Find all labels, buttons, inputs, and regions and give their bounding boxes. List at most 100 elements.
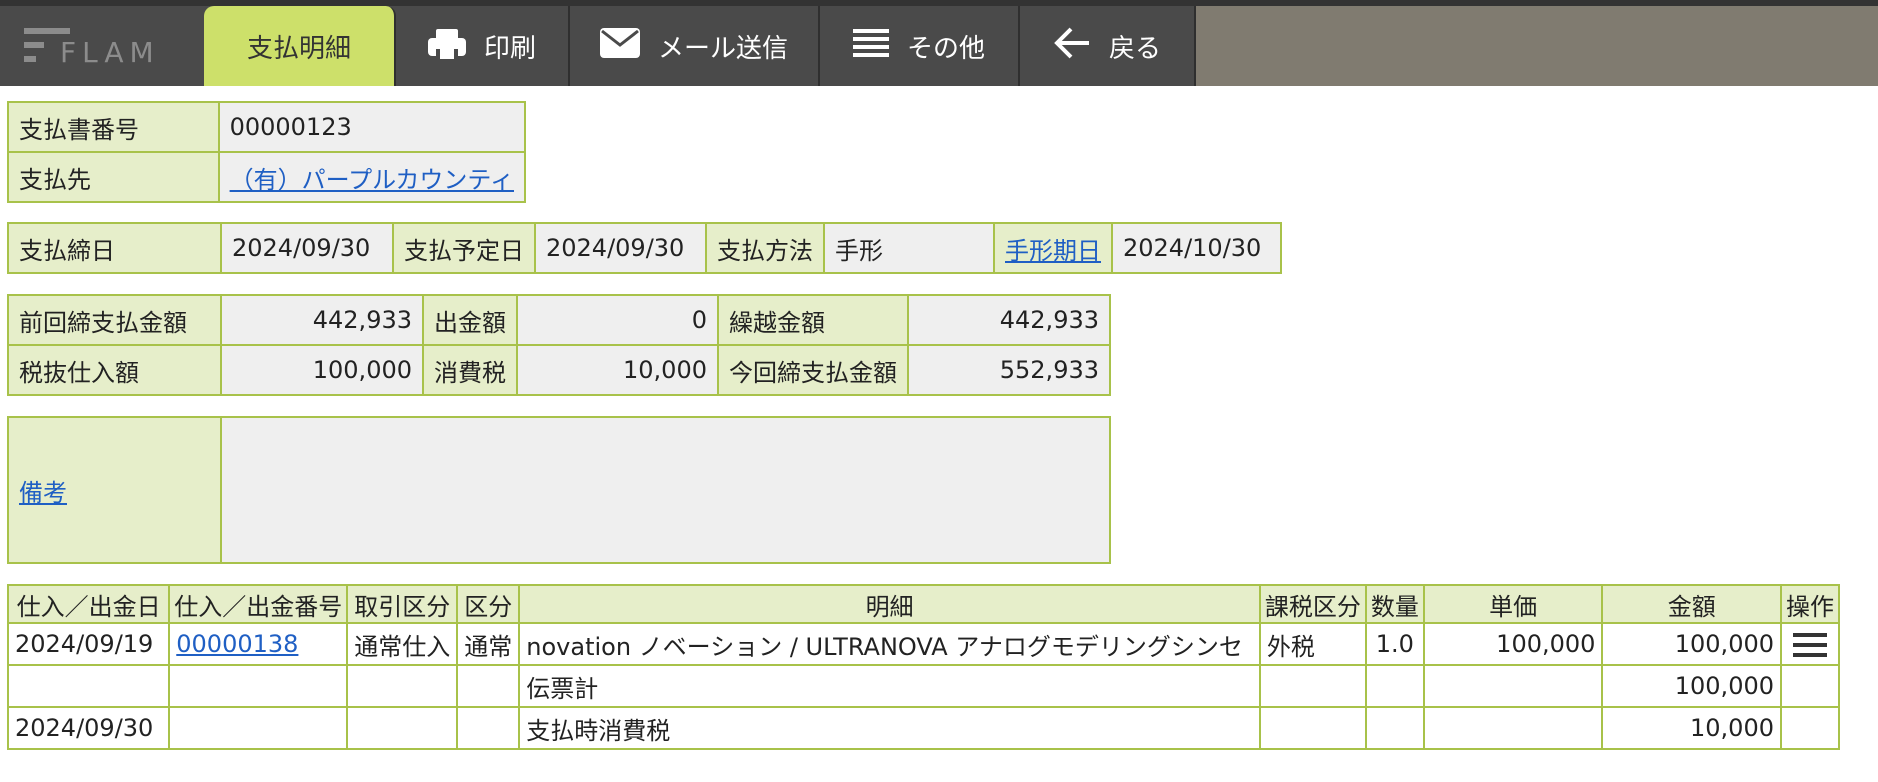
detail-header-row: 仕入／出金日 仕入／出金番号 取引区分 区分 明細 課税区分 数量 単価 金額 … [6, 584, 1840, 624]
purchase-number-link[interactable]: 00000138 [176, 630, 298, 658]
due-date-link[interactable]: 手形期日 [1005, 237, 1101, 265]
row-action-cell [1780, 622, 1840, 666]
row-qty: 1.0 [1364, 622, 1425, 666]
row-action-cell [1780, 664, 1840, 708]
print-button[interactable]: 印刷 [396, 6, 570, 86]
table-row: 税抜仕入額 100,000 消費税 10,000 今回締支払金額 552,933 [7, 344, 1111, 396]
print-label: 印刷 [483, 33, 536, 64]
current-amount-value: 552,933 [907, 344, 1111, 396]
table-row: 支払先 （有）パープルカウンティ [7, 151, 527, 203]
row-unit-price [1422, 664, 1604, 708]
row-tax-type: 外税 [1258, 622, 1367, 666]
tax-value: 10,000 [516, 344, 719, 396]
carry-amount-label: 繰越金額 [717, 294, 909, 346]
table-row: 備考 [7, 416, 1111, 564]
toolbar-filler [1196, 6, 1878, 86]
row-kind: 通常 [456, 622, 521, 666]
row-tax-type [1258, 706, 1367, 750]
due-date-value: 2024/10/30 [1111, 222, 1282, 274]
send-mail-button[interactable]: メール送信 [570, 6, 820, 86]
remarks-link[interactable]: 備考 [19, 479, 67, 507]
payee-link[interactable]: （有）パープルカウンティ [230, 166, 514, 194]
row-amount: 100,000 [1601, 664, 1782, 708]
printer-icon [427, 29, 466, 63]
payee-cell: （有）パープルカウンティ [217, 151, 527, 203]
tab-payment-detail[interactable]: 支払明細 [204, 6, 396, 86]
table-row: 伝票計 100,000 [6, 664, 1840, 708]
out-amount-value: 0 [516, 294, 719, 346]
row-number-cell: 00000138 [168, 622, 349, 666]
row-unit-price [1422, 706, 1604, 750]
row-date: 2024/09/19 [6, 622, 171, 666]
row-description: 伝票計 [518, 664, 1261, 708]
remarks-label-cell: 備考 [7, 416, 222, 564]
table-row: 支払締日 2024/09/30 支払予定日 2024/09/30 支払方法 手形… [7, 222, 1282, 274]
col-number: 仕入／出金番号 [168, 584, 349, 624]
col-action: 操作 [1780, 584, 1840, 624]
col-qty: 数量 [1364, 584, 1425, 624]
logo-text: FLAM [60, 36, 160, 69]
col-unit-price: 単価 [1422, 584, 1604, 624]
payee-label: 支払先 [7, 151, 220, 203]
col-trade: 取引区分 [346, 584, 459, 624]
tab-label: 支払明細 [246, 33, 351, 64]
close-date-label: 支払締日 [7, 222, 222, 274]
flam-logo[interactable]: FLAM [18, 22, 188, 72]
row-description: 支払時消費税 [518, 706, 1261, 750]
row-amount: 10,000 [1601, 706, 1782, 750]
current-amount-label: 今回締支払金額 [717, 344, 909, 396]
row-trade [346, 664, 459, 708]
menu-icon [852, 28, 889, 65]
row-description: novation ノベーション / ULTRANOVA アナログモデリングシンセ [518, 622, 1261, 666]
dates-table: 支払締日 2024/09/30 支払予定日 2024/09/30 支払方法 手形… [7, 222, 1282, 274]
row-amount: 100,000 [1601, 622, 1782, 666]
mail-icon [599, 27, 640, 65]
col-date: 仕入／出金日 [6, 584, 171, 624]
col-kind: 区分 [456, 584, 521, 624]
scheduled-date-label: 支払予定日 [392, 222, 536, 274]
row-number [168, 706, 349, 750]
more-label: その他 [906, 33, 985, 64]
row-trade: 通常仕入 [346, 622, 459, 666]
method-label: 支払方法 [705, 222, 825, 274]
invoice-no-label: 支払書番号 [7, 101, 220, 153]
header-info-table: 支払書番号 00000123 支払先 （有）パープルカウンティ [7, 101, 527, 203]
row-trade [346, 706, 459, 750]
table-row: 前回締支払金額 442,933 出金額 0 繰越金額 442,933 [7, 294, 1111, 346]
col-amount: 金額 [1601, 584, 1782, 624]
send-mail-label: メール送信 [657, 33, 788, 64]
table-row: 2024/09/19 00000138 通常仕入 通常 novation ノベー… [6, 622, 1840, 666]
prev-amount-value: 442,933 [220, 294, 424, 346]
net-purchase-value: 100,000 [220, 344, 424, 396]
row-qty [1364, 706, 1425, 750]
table-row: 支払書番号 00000123 [7, 101, 527, 153]
back-label: 戻る [1108, 33, 1161, 64]
close-date-value: 2024/09/30 [220, 222, 394, 274]
detail-table: 仕入／出金日 仕入／出金番号 取引区分 区分 明細 課税区分 数量 単価 金額 … [6, 584, 1840, 750]
out-amount-label: 出金額 [422, 294, 518, 346]
prev-amount-label: 前回締支払金額 [7, 294, 222, 346]
col-tax-type: 課税区分 [1258, 584, 1367, 624]
net-purchase-label: 税抜仕入額 [7, 344, 222, 396]
row-number [168, 664, 349, 708]
tax-label: 消費税 [422, 344, 518, 396]
back-button[interactable]: 戻る [1020, 6, 1196, 86]
table-row: 2024/09/30 支払時消費税 10,000 [6, 706, 1840, 750]
col-description: 明細 [518, 584, 1261, 624]
row-date [6, 664, 171, 708]
back-arrow-icon [1053, 26, 1091, 67]
row-kind [456, 664, 521, 708]
row-action-cell [1780, 706, 1840, 750]
remarks-table: 備考 [7, 416, 1111, 564]
row-menu-icon[interactable] [1793, 631, 1827, 659]
amounts-table: 前回締支払金額 442,933 出金額 0 繰越金額 442,933 税抜仕入額… [7, 294, 1111, 396]
row-qty [1364, 664, 1425, 708]
row-kind [456, 706, 521, 750]
carry-amount-value: 442,933 [907, 294, 1111, 346]
more-button[interactable]: その他 [820, 6, 1020, 86]
due-date-label-cell: 手形期日 [993, 222, 1113, 274]
row-tax-type [1258, 664, 1367, 708]
row-date: 2024/09/30 [6, 706, 171, 750]
row-unit-price: 100,000 [1422, 622, 1604, 666]
scheduled-date-value: 2024/09/30 [534, 222, 707, 274]
